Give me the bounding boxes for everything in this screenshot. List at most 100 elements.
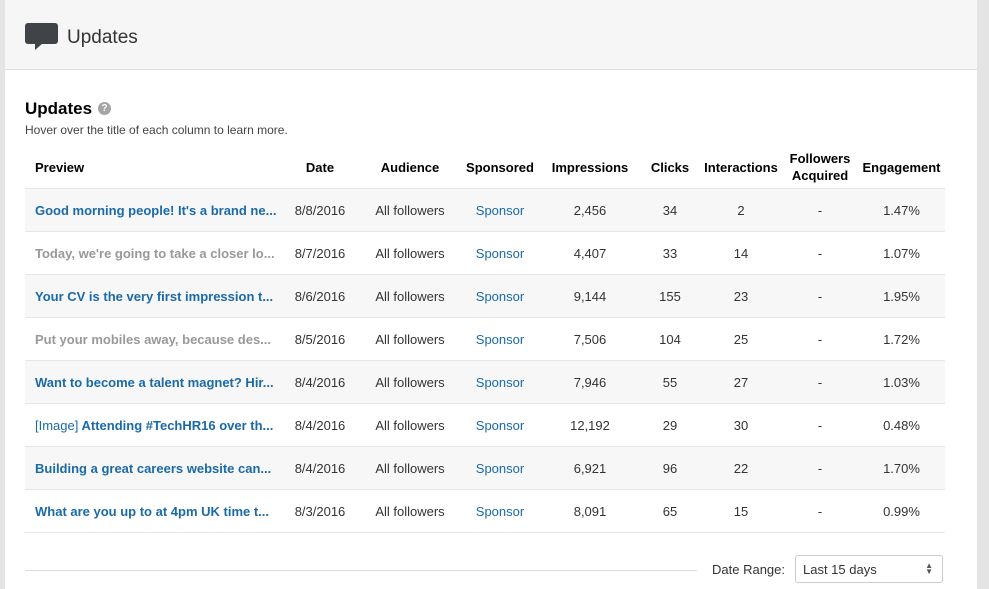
sponsored-cell[interactable]: Sponsor [460,317,540,361]
table-row: Good morning people! It's a brand ne... 8… [25,188,945,232]
followers-cell: - [782,360,858,404]
audience-cell: All followers [360,231,460,275]
speech-bubble-icon [25,23,58,50]
preview-prefix: [Image] [35,417,79,433]
table-row: Put your mobiles away, because des... 8/5… [25,317,945,361]
impressions-cell: 6,921 [540,446,640,490]
sponsored-cell[interactable]: Sponsor [460,360,540,404]
clicks-cell: 65 [640,489,700,533]
audience-cell: All followers [360,403,460,447]
table-row: [Image] Attending #TechHR16 over th... 8/… [25,403,945,447]
date-cell: 8/4/2016 [280,403,360,447]
date-cell: 8/7/2016 [280,231,360,275]
table-row: Building a great careers website can... 8… [25,446,945,490]
audience-cell: All followers [360,188,460,232]
preview-link[interactable]: Want to become a talent magnet? Hir... [35,375,274,390]
table-row: Want to become a talent magnet? Hir... 8/… [25,360,945,404]
clicks-cell: 55 [640,360,700,404]
engagement-cell: 1.07% [858,231,945,275]
impressions-cell: 9,144 [540,274,640,318]
sponsored-cell[interactable]: Sponsor [460,274,540,318]
preview-link[interactable]: Today, we're going to take a closer lo..… [35,246,275,261]
column-header[interactable]: Clicks [640,146,700,189]
divider [25,570,697,571]
audience-cell: All followers [360,446,460,490]
column-header[interactable]: Interactions [700,146,782,189]
sponsored-cell[interactable]: Sponsor [460,188,540,232]
sponsored-cell[interactable]: Sponsor [460,403,540,447]
clicks-cell: 155 [640,274,700,318]
date-range-label: Date Range: [712,562,785,577]
date-range-select[interactable]: Last 15 days ▲ ▼ [795,555,943,583]
followers-cell: - [782,317,858,361]
preview-link[interactable]: Put your mobiles away, because des... [35,332,271,347]
engagement-cell: 1.03% [858,360,945,404]
preview-link[interactable]: Building a great careers website can... [35,461,271,476]
preview-link[interactable]: What are you up to at 4pm UK time t... [35,504,269,519]
interactions-cell: 25 [700,317,782,361]
preview-cell: Want to become a talent magnet? Hir... [25,360,280,404]
preview-link[interactable]: Your CV is the very first impression t..… [35,289,273,304]
audience-cell: All followers [360,360,460,404]
column-header[interactable]: Audience [360,146,460,189]
column-header[interactable]: Impressions [540,146,640,189]
audience-cell: All followers [360,317,460,361]
date-cell: 8/6/2016 [280,274,360,318]
date-cell: 8/4/2016 [280,446,360,490]
preview-cell: Today, we're going to take a closer lo..… [25,231,280,275]
followers-cell: - [782,231,858,275]
preview-link[interactable]: Attending #TechHR16 over th... [82,418,274,433]
engagement-cell: 0.48% [858,403,945,447]
date-cell: 8/8/2016 [280,188,360,232]
interactions-cell: 23 [700,274,782,318]
audience-cell: All followers [360,274,460,318]
impressions-cell: 7,946 [540,360,640,404]
column-header[interactable]: Date [280,146,360,189]
followers-cell: - [782,274,858,318]
select-arrows-icon: ▲ ▼ [925,561,933,576]
clicks-cell: 34 [640,188,700,232]
column-header[interactable]: Engagement [858,146,945,189]
engagement-cell: 1.47% [858,188,945,232]
interactions-cell: 22 [700,446,782,490]
impressions-cell: 2,456 [540,188,640,232]
table-row: What are you up to at 4pm UK time t... 8/… [25,489,945,533]
updates-table: Preview Date Audience Sponsored Impressions C… [25,146,945,533]
engagement-cell: 0.99% [858,489,945,533]
interactions-cell: 14 [700,231,782,275]
sponsored-cell[interactable]: Sponsor [460,446,540,490]
impressions-cell: 12,192 [540,403,640,447]
section-subtitle: Hover over the title of each column to l… [25,123,288,137]
preview-link[interactable]: Good morning people! It's a brand ne... [35,203,276,218]
page-header: Updates [5,0,977,70]
date-cell: 8/4/2016 [280,360,360,404]
column-header[interactable]: Sponsored [460,146,540,189]
engagement-cell: 1.70% [858,446,945,490]
followers-cell: - [782,188,858,232]
table-row: Today, we're going to take a closer lo..… [25,231,945,275]
engagement-cell: 1.72% [858,317,945,361]
date-range-value: Last 15 days [803,562,877,577]
column-header[interactable]: Preview [25,146,280,189]
column-header[interactable]: Followers Acquired [782,146,858,189]
engagement-cell: 1.95% [858,274,945,318]
updates-card: Updates Updates ? Hover over the title o… [5,0,977,589]
preview-cell: [Image] Attending #TechHR16 over th... [25,403,280,447]
followers-cell: - [782,403,858,447]
help-icon[interactable]: ? [98,102,111,115]
interactions-cell: 27 [700,360,782,404]
clicks-cell: 96 [640,446,700,490]
sponsored-cell[interactable]: Sponsor [460,231,540,275]
section-title: Updates [25,99,93,118]
sponsored-cell[interactable]: Sponsor [460,489,540,533]
page-title: Updates [67,27,138,48]
preview-cell: Building a great careers website can... [25,446,280,490]
followers-cell: - [782,446,858,490]
table-row: Your CV is the very first impression t..… [25,274,945,318]
impressions-cell: 4,407 [540,231,640,275]
preview-cell: Your CV is the very first impression t..… [25,274,280,318]
clicks-cell: 33 [640,231,700,275]
preview-cell: What are you up to at 4pm UK time t... [25,489,280,533]
date-cell: 8/3/2016 [280,489,360,533]
followers-cell: - [782,489,858,533]
